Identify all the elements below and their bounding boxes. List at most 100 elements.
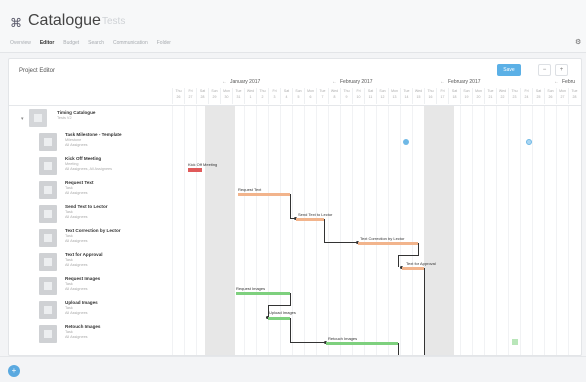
grid-line — [496, 106, 497, 355]
day-number-label: 16 — [428, 95, 433, 99]
gantt-grid[interactable]: Kick Off Meeting Request Text Send Text … — [172, 106, 581, 355]
task-row[interactable]: Task Milestone - Template Milestone All … — [9, 130, 172, 154]
grid-line — [484, 106, 485, 355]
task-row[interactable]: Request Text Task All Assignees — [9, 178, 172, 202]
day-number-label: 27 — [188, 95, 193, 99]
task-thumbnail — [39, 181, 57, 199]
nav-communication[interactable]: Communication — [113, 40, 148, 50]
task-row[interactable]: Kick Off Meeting Meeting All Assignees, … — [9, 154, 172, 178]
gantt-bar[interactable] — [236, 292, 290, 295]
gear-icon[interactable]: ⚙ — [575, 38, 581, 46]
nav-editor[interactable]: Editor — [40, 40, 54, 50]
task-row[interactable]: Send Text to Lector Task All Assignees — [9, 202, 172, 226]
nav-search[interactable]: Search — [88, 40, 104, 50]
grid-line — [544, 106, 545, 355]
grid-line — [568, 106, 569, 355]
day-column-header: Sun 26 — [544, 88, 556, 104]
nav-folder[interactable]: Folder — [157, 40, 171, 50]
day-number-label: 29 — [212, 95, 217, 99]
grid-line — [244, 106, 245, 355]
task-name: Text Correction by Lector — [65, 228, 121, 233]
day-number-label: 2 — [261, 95, 264, 99]
day-column-header: Wed 8 — [328, 88, 340, 104]
day-column-header: Wed 15 — [412, 88, 424, 104]
task-row[interactable]: Request Images Task All Assignees — [9, 274, 172, 298]
task-row[interactable]: Text for Approval Task All Assignees — [9, 250, 172, 274]
day-column-header: Fri 10 — [352, 88, 364, 104]
day-column-header: Mon 27 — [556, 88, 568, 104]
day-number-label: 30 — [224, 95, 229, 99]
task-meta: All Assignees — [65, 263, 88, 267]
day-column-header: Thu 2 — [256, 88, 268, 104]
nav-budget[interactable]: Budget — [63, 40, 79, 50]
collapse-caret-icon[interactable]: ▾ — [21, 116, 24, 122]
prev-arrow-icon[interactable]: ← — [554, 79, 559, 85]
task-row[interactable]: Text Correction by Lector Task All Assig… — [9, 226, 172, 250]
task-thumbnail — [39, 205, 57, 223]
task-meta: All Assignees — [65, 239, 88, 243]
gantt-bar[interactable] — [358, 242, 418, 245]
grid-line — [556, 106, 557, 355]
milestone-marker[interactable] — [403, 139, 409, 145]
task-name: Request Text — [65, 180, 94, 185]
day-column-header: Wed 1 — [244, 88, 256, 104]
day-number-label: 31 — [236, 95, 241, 99]
day-column-header: Tue 21 — [484, 88, 496, 104]
grid-line — [472, 106, 473, 355]
day-number-label: 17 — [440, 95, 445, 99]
task-row[interactable]: Upload Images Task All Assignees — [9, 298, 172, 322]
gantt-bar[interactable] — [326, 342, 398, 345]
dependency-line — [424, 268, 425, 355]
gantt-bar[interactable] — [188, 168, 202, 172]
grid-line — [412, 106, 413, 355]
day-column-header: Mon 30 — [220, 88, 232, 104]
grid-line — [292, 106, 293, 355]
task-row[interactable]: ▾ Timing Catalogue Tests V2 — [9, 106, 172, 130]
day-column-header: Sat 4 — [280, 88, 292, 104]
app-title: Catalogue — [28, 12, 101, 29]
zoom-out-button[interactable]: − — [538, 64, 551, 76]
nav-overview[interactable]: Overview — [10, 40, 31, 50]
add-button[interactable]: + — [8, 365, 20, 377]
gantt-bar[interactable] — [512, 339, 518, 345]
task-meta: All Assignees — [65, 191, 88, 195]
bar-label: Text for Approval — [406, 261, 436, 266]
day-number-label: 19 — [464, 95, 469, 99]
bar-label: Request Images — [236, 286, 266, 291]
zoom-in-button[interactable]: + — [555, 64, 568, 76]
day-column-header: Fri 24 — [520, 88, 532, 104]
grid-line — [364, 106, 365, 355]
gantt-bar[interactable] — [402, 267, 424, 270]
task-thumbnail — [29, 109, 47, 127]
save-button[interactable]: Save — [497, 64, 521, 76]
prev-arrow-icon[interactable]: ← — [440, 79, 445, 85]
dependency-line — [290, 194, 291, 218]
hierarchy-icon: ⌘ — [10, 16, 22, 30]
month-label[interactable]: ← February 2017 — [332, 79, 373, 87]
prev-arrow-icon[interactable]: ← — [332, 79, 337, 85]
day-number-label: 15 — [416, 95, 421, 99]
task-meta: All Assignees — [65, 335, 88, 339]
dependency-line — [398, 343, 399, 355]
day-number-label: 28 — [200, 95, 205, 99]
task-row[interactable]: Retouch Images Task All Assignees — [9, 322, 172, 346]
day-column-header: Thu 9 — [340, 88, 352, 104]
day-number-label: 1 — [249, 95, 252, 99]
day-column-header: Thu 16 — [424, 88, 436, 104]
day-column-header: Fri 27 — [184, 88, 196, 104]
gantt-bar[interactable] — [296, 218, 324, 221]
day-column-header: Mon 13 — [388, 88, 400, 104]
zoom-out-icon: − — [542, 67, 547, 73]
gantt-bar[interactable] — [238, 193, 290, 196]
day-column-header: Fri 3 — [268, 88, 280, 104]
timeline-header: ← January 2017 ← February 2017 ← February 2… — [172, 79, 581, 105]
gantt-bar[interactable] — [268, 317, 290, 320]
month-label[interactable]: ← January 2017 — [222, 79, 260, 87]
dependency-line — [398, 255, 419, 256]
milestone-marker[interactable] — [526, 139, 532, 145]
day-number-label: 10 — [356, 95, 361, 99]
prev-arrow-icon[interactable]: ← — [222, 79, 227, 85]
bar-label: Send Text to Lector — [298, 212, 333, 217]
month-label[interactable]: ← Febru — [554, 79, 575, 87]
month-label[interactable]: ← February 2017 — [440, 79, 481, 87]
